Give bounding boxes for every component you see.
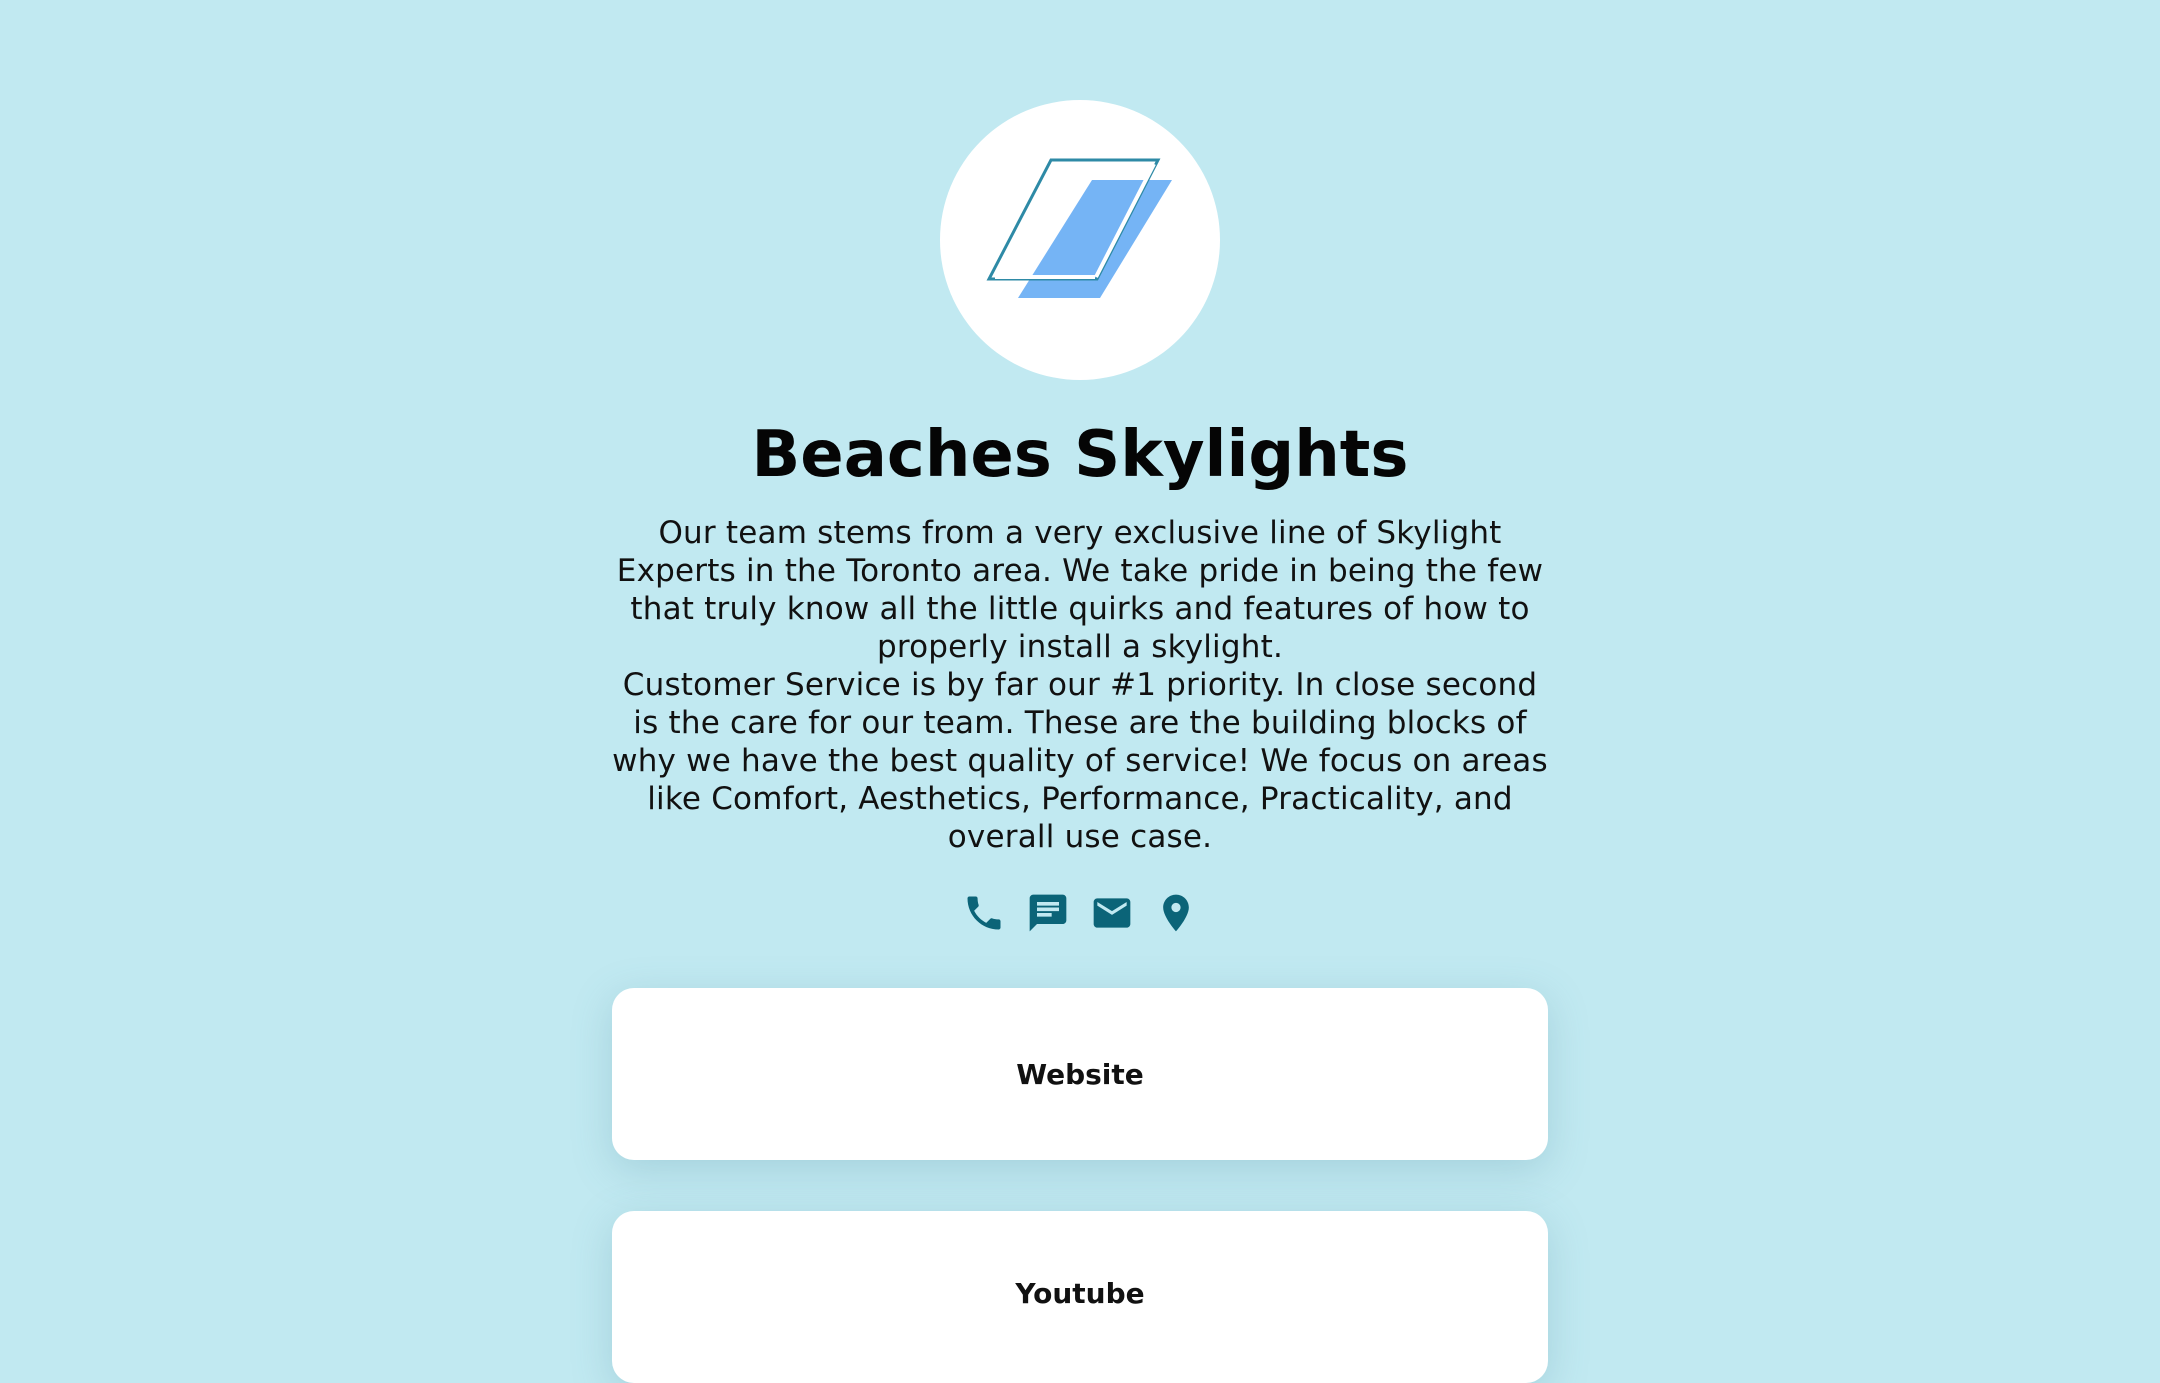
link-page: Beaches Skylights Our team stems from a … [0, 0, 2160, 1383]
phone-icon[interactable] [962, 889, 1006, 937]
profile-title: Beaches Skylights [751, 418, 1409, 492]
link-label: Youtube [1015, 1277, 1145, 1310]
social-icons-row [0, 889, 2160, 937]
link-label: Website [1016, 1057, 1144, 1091]
skylight-logo-icon [986, 158, 1172, 298]
location-pin-icon[interactable] [1154, 889, 1198, 937]
youtube-link-button[interactable]: Youtube [612, 1211, 1548, 1383]
description-paragraph: Our team stems from a very exclusive lin… [616, 515, 1544, 665]
profile-description: Our team stems from a very exclusive lin… [607, 514, 1553, 856]
message-icon[interactable] [1026, 889, 1070, 937]
website-link-button[interactable]: Website [612, 988, 1548, 1160]
avatar [940, 100, 1220, 380]
email-icon[interactable] [1090, 889, 1134, 937]
description-paragraph: Customer Service is by far our #1 priori… [612, 667, 1548, 855]
